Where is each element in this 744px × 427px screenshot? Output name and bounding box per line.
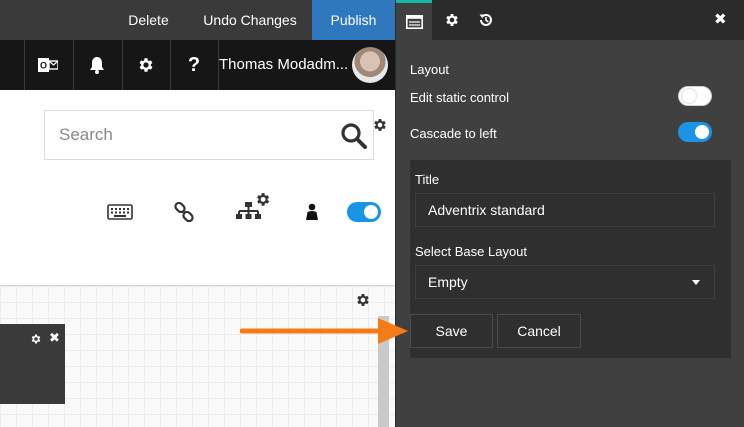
- layout-side-panel: ✖ Layout Edit static control Cascade to …: [395, 0, 744, 427]
- cancel-button[interactable]: Cancel: [497, 314, 581, 348]
- search-box: [44, 110, 374, 160]
- person-icon[interactable]: [305, 203, 319, 226]
- widget-settings-icon[interactable]: [30, 332, 42, 350]
- edit-toolbar: Delete Undo Changes Publish: [0, 0, 395, 40]
- page-toggle[interactable]: [347, 202, 381, 222]
- base-layout-select[interactable]: Empty: [415, 265, 715, 299]
- toggle-knob: [682, 89, 696, 103]
- panel-tabbar: ✖: [396, 0, 744, 40]
- close-icon[interactable]: ✖: [714, 10, 727, 28]
- site-header: O ? Thomas Modadm...: [0, 40, 395, 90]
- edit-static-toggle[interactable]: [678, 86, 712, 106]
- widget-close-icon[interactable]: ✖: [49, 330, 60, 346]
- search-input[interactable]: [59, 111, 329, 159]
- delete-button[interactable]: Delete: [110, 0, 187, 40]
- keyboard-icon[interactable]: [107, 204, 133, 225]
- avatar[interactable]: [352, 47, 388, 83]
- chevron-down-icon: [692, 280, 700, 285]
- svg-text:O: O: [40, 61, 47, 71]
- gear-icon: [446, 14, 458, 26]
- link-icon[interactable]: [173, 201, 195, 228]
- cascade-toggle[interactable]: [678, 122, 712, 142]
- save-button[interactable]: Save: [410, 314, 493, 348]
- annotation-arrow-icon: [239, 314, 410, 355]
- base-layout-label: Select Base Layout: [415, 244, 528, 259]
- cascade-label: Cascade to left: [410, 126, 497, 141]
- toggle-knob: [364, 205, 378, 219]
- user-name[interactable]: Thomas Modadm...: [218, 40, 350, 90]
- help-icon[interactable]: ?: [170, 40, 217, 90]
- search-settings-icon[interactable]: [372, 117, 388, 138]
- tab-history[interactable]: [468, 0, 504, 40]
- layout-form: Title Select Base Layout Empty Save Canc…: [410, 160, 731, 358]
- bell-icon[interactable]: [73, 40, 120, 90]
- history-icon: [479, 13, 492, 26]
- layout-icon: [405, 14, 423, 29]
- gear-icon[interactable]: [122, 40, 169, 90]
- edit-static-label: Edit static control: [410, 90, 509, 105]
- tab-settings[interactable]: [434, 0, 470, 40]
- toggle-knob: [695, 125, 709, 139]
- sitemap-settings-icon[interactable]: [236, 191, 272, 226]
- base-layout-value: Empty: [428, 274, 468, 290]
- search-icon[interactable]: [341, 123, 367, 154]
- section-heading: Layout: [410, 62, 450, 77]
- outlook-icon[interactable]: O: [24, 40, 71, 90]
- undo-changes-button[interactable]: Undo Changes: [188, 0, 312, 40]
- title-label: Title: [415, 172, 440, 187]
- tab-layout[interactable]: [396, 0, 432, 40]
- publish-button[interactable]: Publish: [312, 0, 395, 40]
- canvas-settings-icon[interactable]: [355, 292, 371, 313]
- title-input[interactable]: [415, 193, 715, 227]
